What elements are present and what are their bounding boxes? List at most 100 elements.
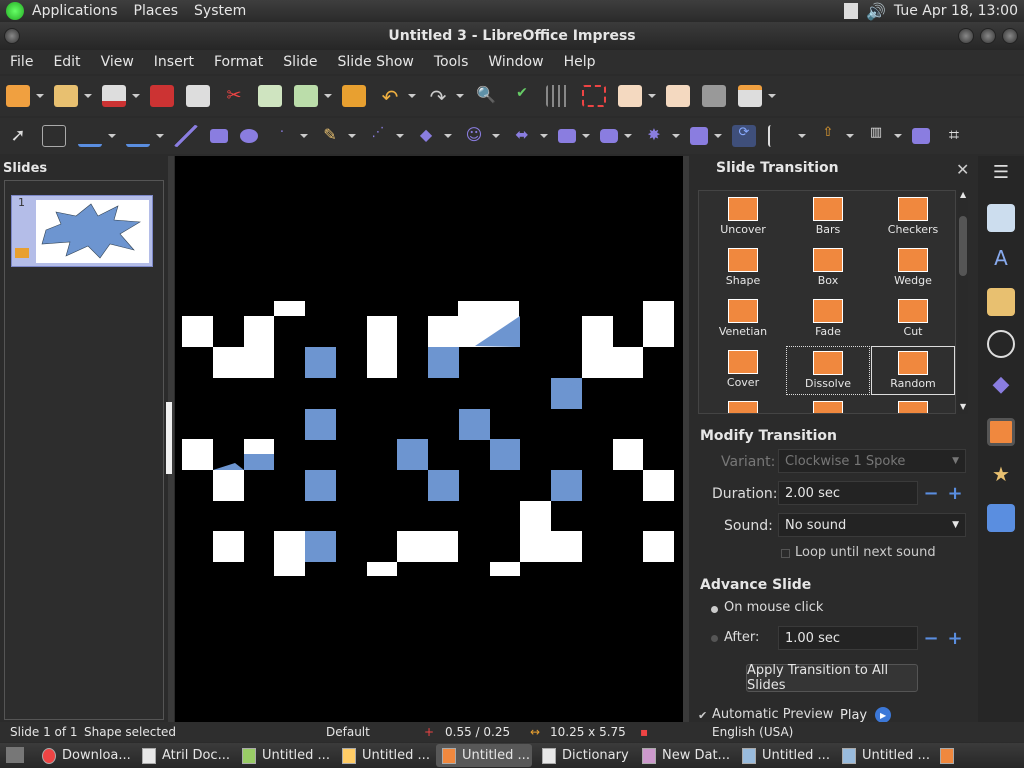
find-replace-icon[interactable]: 🔍 <box>474 85 498 107</box>
transition-fade[interactable]: Fade <box>786 295 870 344</box>
distribute-icon[interactable]: ▥ <box>864 125 888 147</box>
menu-insert[interactable]: Insert <box>144 54 204 70</box>
clock[interactable]: Tue Apr 18, 13:00 <box>894 3 1018 19</box>
new-icon[interactable] <box>6 85 30 107</box>
chevron-down-icon[interactable] <box>300 134 308 138</box>
chevron-down-icon[interactable] <box>492 134 500 138</box>
zoom-pan-icon[interactable] <box>42 125 66 147</box>
ellipse-icon[interactable] <box>240 129 258 143</box>
chevron-down-icon[interactable] <box>648 94 656 98</box>
styles-icon[interactable]: A <box>987 246 1015 274</box>
transition-cut[interactable]: Cut <box>871 295 955 344</box>
close-pane-icon[interactable]: ✕ <box>956 160 969 179</box>
status-layout[interactable]: Default <box>326 725 370 739</box>
basic-shapes-icon[interactable]: ◆ <box>414 125 438 147</box>
symbol-shapes-icon[interactable]: ☺ <box>462 125 486 147</box>
shapes-icon[interactable]: ◆ <box>987 372 1015 400</box>
slide-canvas[interactable] <box>166 156 689 722</box>
export-pdf-icon[interactable] <box>150 85 174 107</box>
delete-slide-icon[interactable] <box>702 85 726 107</box>
paste-icon[interactable] <box>294 85 318 107</box>
slide-layout-icon[interactable] <box>738 85 762 107</box>
rotate-icon[interactable]: ⟳ <box>732 125 756 147</box>
arrange-icon[interactable]: ⇧ <box>816 125 840 147</box>
curve-icon[interactable]: ✎ <box>318 125 342 147</box>
block-arrows-icon[interactable]: ⬌ <box>510 125 534 147</box>
after-minus-button[interactable]: − <box>919 626 943 650</box>
transition-random[interactable]: Random <box>871 346 955 395</box>
connector-icon[interactable]: ⋰ <box>366 125 390 147</box>
menu-file[interactable]: File <box>0 54 43 70</box>
chevron-down-icon[interactable] <box>624 134 632 138</box>
duration-plus-button[interactable]: + <box>943 481 967 505</box>
insert-slide-icon[interactable] <box>618 85 642 107</box>
menu-slide-show[interactable]: Slide Show <box>327 54 423 70</box>
transition-venetian[interactable]: Venetian <box>701 295 785 344</box>
gnome-foot-icon[interactable] <box>6 2 24 20</box>
sticky-note-icon[interactable] <box>843 3 858 19</box>
line-icon[interactable] <box>174 125 198 147</box>
chevron-down-icon[interactable] <box>798 134 806 138</box>
transition-partial[interactable] <box>701 397 785 413</box>
volume-icon[interactable]: 🔊 <box>866 2 886 21</box>
grid-icon[interactable] <box>546 85 570 107</box>
properties-icon[interactable] <box>987 204 1015 232</box>
on-click-radio[interactable] <box>711 606 718 613</box>
3d-objects-icon[interactable] <box>690 127 708 145</box>
system-menu[interactable]: System <box>194 3 246 19</box>
menu-help[interactable]: Help <box>554 54 606 70</box>
save-icon[interactable] <box>102 85 126 107</box>
chevron-down-icon[interactable] <box>324 94 332 98</box>
menu-slide[interactable]: Slide <box>273 54 327 70</box>
flowchart-icon[interactable] <box>558 129 576 143</box>
align-icon[interactable] <box>768 125 792 147</box>
loop-checkbox[interactable] <box>781 549 790 558</box>
after-radio[interactable] <box>711 635 718 642</box>
chevron-down-icon[interactable] <box>456 94 464 98</box>
chevron-down-icon[interactable] <box>582 134 590 138</box>
copy-icon[interactable] <box>258 85 282 107</box>
menu-format[interactable]: Format <box>204 54 273 70</box>
sidebar-menu-icon[interactable]: ☰ <box>987 162 1015 190</box>
scroll-down-icon[interactable]: ▼ <box>960 402 966 411</box>
duplicate-slide-icon[interactable] <box>666 85 690 107</box>
chevron-down-icon[interactable] <box>768 94 776 98</box>
redo-icon[interactable]: ↷ <box>426 85 450 109</box>
task-downloads[interactable]: Downloa... <box>36 744 132 767</box>
transition-checkers[interactable]: Checkers <box>871 193 955 242</box>
fill-color-icon[interactable] <box>126 125 150 147</box>
shadow-icon[interactable] <box>912 128 930 144</box>
maximize-button[interactable] <box>980 28 996 44</box>
close-window-button[interactable] <box>1002 28 1018 44</box>
cut-icon[interactable]: ✂ <box>222 85 246 107</box>
status-language[interactable]: English (USA) <box>712 725 793 739</box>
show-desktop-icon[interactable] <box>6 747 24 763</box>
rectangle-icon[interactable] <box>210 129 228 143</box>
transition-uncover[interactable]: Uncover <box>701 193 785 242</box>
variant-select[interactable]: Clockwise 1 Spoke ▼ <box>778 449 966 473</box>
chevron-down-icon[interactable] <box>714 134 722 138</box>
callouts-icon[interactable] <box>600 129 618 143</box>
task-writer-2[interactable]: Untitled ... <box>836 744 932 767</box>
navigator-icon[interactable] <box>987 330 1015 358</box>
lines-arrows-icon[interactable]: · <box>270 125 294 147</box>
window-menu-button[interactable] <box>4 28 20 44</box>
task-base[interactable]: New Dat... <box>636 744 732 767</box>
chevron-down-icon[interactable] <box>894 134 902 138</box>
clone-formatting-icon[interactable] <box>342 85 366 107</box>
scroll-thumb[interactable] <box>959 216 967 276</box>
menu-view[interactable]: View <box>91 54 144 70</box>
open-icon[interactable] <box>54 85 78 107</box>
chevron-down-icon[interactable] <box>132 94 140 98</box>
stars-icon[interactable]: ✸ <box>642 125 666 147</box>
after-field[interactable]: 1.00 sec <box>778 626 918 650</box>
applications-menu[interactable]: Applications <box>32 3 118 19</box>
apply-all-button[interactable]: Apply Transition to All Slides <box>746 663 918 693</box>
task-impress-2[interactable] <box>934 744 960 767</box>
transition-bars[interactable]: Bars <box>786 193 870 242</box>
minimize-button[interactable] <box>958 28 974 44</box>
undo-icon[interactable]: ↶ <box>378 85 402 109</box>
select-icon[interactable]: ➚ <box>6 125 30 147</box>
chevron-down-icon[interactable] <box>396 134 404 138</box>
chevron-down-icon[interactable] <box>348 134 356 138</box>
